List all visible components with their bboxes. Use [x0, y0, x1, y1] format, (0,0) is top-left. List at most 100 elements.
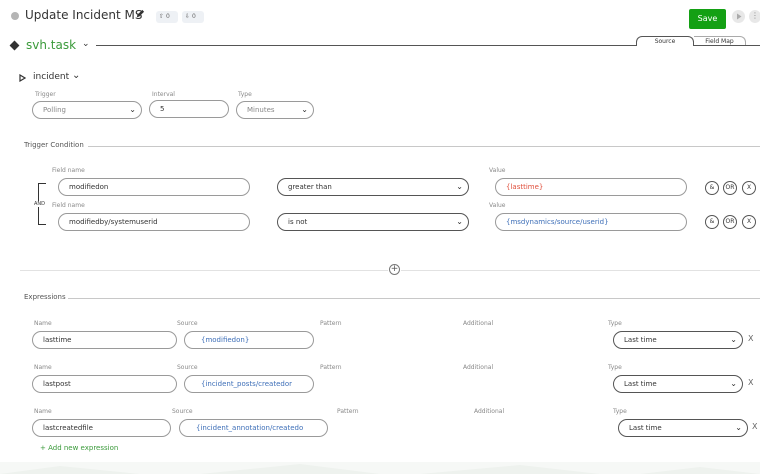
expr-remove-1[interactable]: X [748, 334, 753, 343]
operator-2-chevron-icon: ⌄ [456, 217, 463, 226]
tab-source-label: Source [654, 38, 676, 45]
type-select[interactable]: Minutes ⌄ [236, 101, 314, 119]
upload-count: 0 [165, 13, 170, 20]
interval-value: 5 [160, 105, 165, 113]
expr-name-3[interactable]: lastcreatedfile [32, 419, 171, 437]
expr-type-1-chevron-icon: ⌄ [730, 335, 737, 344]
expr-type-2-chevron-icon: ⌄ [730, 379, 737, 388]
condition-value-1[interactable]: {lasttime} [495, 178, 687, 196]
chevron-down-icon[interactable]: ⌄ [82, 39, 90, 49]
condition-operator-2-value: is not [288, 218, 308, 226]
entity-label[interactable]: incident [33, 72, 69, 82]
edit-pencil-icon[interactable] [136, 9, 145, 20]
decorative-footer-pattern [0, 462, 760, 474]
expr-type-2[interactable]: Last time ⌄ [613, 375, 743, 393]
condition-value-1-text: {lasttime} [506, 183, 544, 191]
upload-button[interactable]: ⇧ 0 [156, 11, 178, 23]
expr-name-label-1: Name [34, 320, 52, 327]
expr-name-3-value: lastcreatedfile [43, 424, 93, 432]
task-divider [96, 45, 636, 46]
expr-remove-2[interactable]: X [748, 378, 753, 387]
trigger-select-value: Polling [43, 106, 66, 114]
condition-operator-2[interactable]: is not ⌄ [277, 213, 469, 231]
operator-1-chevron-icon: ⌄ [456, 182, 463, 191]
expr-additional-label-3: Additional [474, 408, 505, 415]
tab-field-map-label: Field Map [705, 38, 734, 45]
add-condition-line-left [20, 270, 388, 271]
upload-icon: ⇧ [159, 13, 165, 20]
expr-name-1[interactable]: lasttime [32, 331, 177, 349]
condition-value-2[interactable]: {msdynamics/source/userid} [495, 213, 687, 231]
expr-type-1-value: Last time [624, 336, 657, 344]
expressions-line [68, 298, 760, 299]
save-button[interactable]: Save [689, 9, 726, 29]
expr-pattern-label-2: Pattern [320, 364, 342, 371]
condition-field-2[interactable]: modifiedby/systemuserid [58, 213, 250, 231]
expr-type-label-2: Type [608, 364, 622, 371]
or-button-2[interactable]: OR [723, 215, 737, 229]
expr-source-1-value: {modifiedon} [201, 336, 250, 344]
download-button[interactable]: ⇩ 0 [182, 11, 204, 23]
condition-field-label-1: Field name [52, 167, 85, 174]
expr-type-label-3: Type [613, 408, 627, 415]
expressions-title: Expressions [24, 293, 66, 301]
or-button-1[interactable]: OR [723, 181, 737, 195]
expr-name-2-value: lastpost [43, 380, 71, 388]
expr-name-label-2: Name [34, 364, 52, 371]
play-icon[interactable] [732, 10, 745, 23]
condition-value-label-2: Value [489, 202, 506, 209]
expr-name-2[interactable]: lastpost [32, 375, 177, 393]
and-label: AND [33, 201, 47, 207]
download-icon: ⇩ [185, 13, 191, 20]
expr-pattern-label-3: Pattern [337, 408, 359, 415]
expr-source-2[interactable]: {incident_posts/createdor [184, 375, 314, 393]
tab-source[interactable]: Source [636, 36, 694, 46]
add-condition-line-right [401, 270, 760, 271]
expr-name-1-value: lasttime [43, 336, 72, 344]
condition-field-label-2: Field name [52, 202, 85, 209]
expr-additional-label-2: Additional [463, 364, 494, 371]
condition-operator-1[interactable]: greater than ⌄ [277, 178, 469, 196]
condition-operator-1-value: greater than [288, 183, 332, 191]
trigger-select[interactable]: Polling ⌄ [32, 101, 142, 119]
interval-input[interactable]: 5 [149, 100, 229, 118]
expr-source-3[interactable]: {incident_annotation/createdo [179, 419, 328, 437]
trigger-condition-line [88, 146, 760, 147]
and-button-2[interactable]: & [705, 215, 719, 229]
remove-condition-2[interactable]: X [742, 215, 756, 229]
add-condition-icon[interactable]: + [389, 264, 400, 275]
condition-field-1[interactable]: modifiedon [58, 178, 250, 196]
interval-label: Interval [152, 91, 175, 98]
status-dot [11, 12, 19, 20]
expr-type-3-chevron-icon: ⌄ [735, 423, 742, 432]
condition-value-2-text: {msdynamics/source/userid} [506, 218, 609, 226]
and-button-1[interactable]: & [705, 181, 719, 195]
trigger-condition-title: Trigger Condition [24, 141, 84, 149]
task-name[interactable]: svh.task [26, 38, 76, 52]
trigger-label: Trigger [35, 91, 56, 98]
play-small-icon [19, 73, 27, 84]
type-select-value: Minutes [247, 106, 275, 114]
type-chevron-icon: ⌄ [301, 105, 308, 114]
tab-baseline [694, 45, 760, 46]
remove-condition-1[interactable]: X [742, 181, 756, 195]
expr-type-1[interactable]: Last time ⌄ [613, 331, 743, 349]
expr-type-3[interactable]: Last time ⌄ [618, 419, 748, 437]
add-expression-link[interactable]: + Add new expression [40, 444, 118, 452]
expr-pattern-label-1: Pattern [320, 320, 342, 327]
condition-field-1-value: modifiedon [69, 183, 109, 191]
download-count: 0 [191, 13, 196, 20]
condition-value-label-1: Value [489, 167, 506, 174]
condition-field-2-value: modifiedby/systemuserid [69, 218, 158, 226]
expr-type-2-value: Last time [624, 380, 657, 388]
expr-source-label-1: Source [177, 320, 198, 327]
expr-source-label-3: Source [172, 408, 193, 415]
more-menu-icon[interactable]: ⋮ [749, 10, 760, 23]
expr-source-3-value: {incident_annotation/createdo [196, 424, 304, 432]
expr-remove-3[interactable]: X [752, 422, 757, 431]
expr-source-2-value: {incident_posts/createdor [201, 380, 293, 388]
expr-source-1[interactable]: {modifiedon} [184, 331, 314, 349]
entity-chevron-icon[interactable]: ⌄ [72, 70, 80, 81]
expr-name-label-3: Name [34, 408, 52, 415]
page-title: Update Incident MS [25, 8, 143, 22]
